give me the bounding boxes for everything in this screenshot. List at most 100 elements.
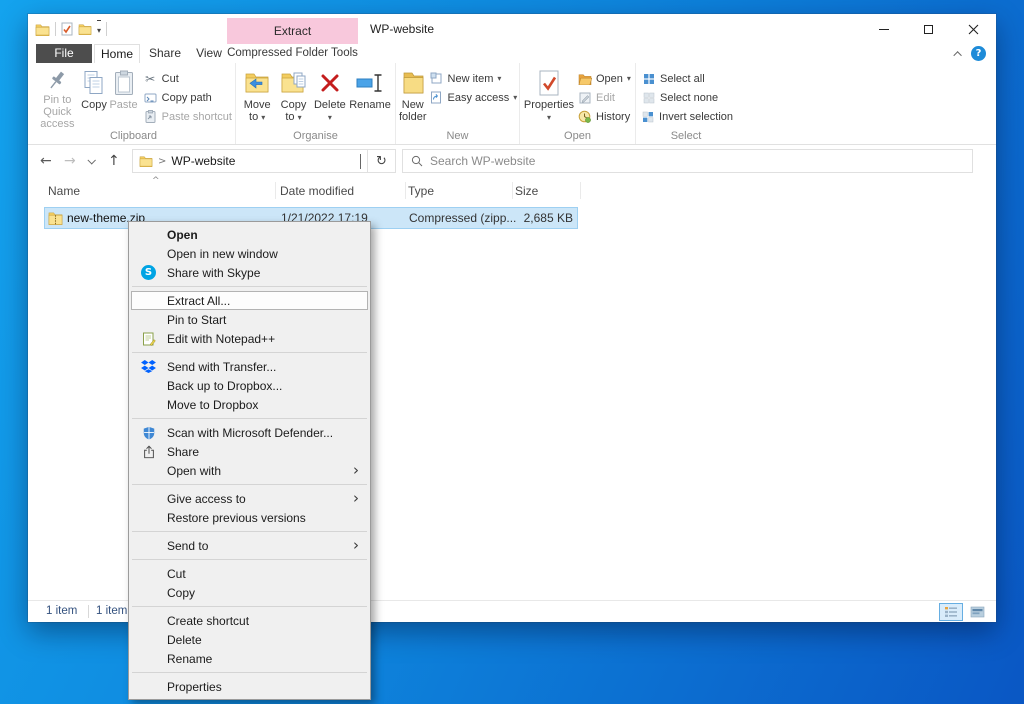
new-folder-button[interactable]: New folder [399, 65, 427, 130]
copy-icon [83, 67, 105, 99]
window-controls [861, 14, 996, 44]
copy-button[interactable]: Copy [80, 65, 109, 130]
column-header-size[interactable]: Size [515, 184, 538, 198]
menu-item-send-to[interactable]: Send to › [131, 536, 368, 555]
delete-button[interactable]: Delete ▾ [312, 65, 348, 130]
context-menu: Open Open in new window S Share with Sky… [128, 221, 371, 700]
properties-icon[interactable] [61, 20, 73, 38]
collapse-ribbon-icon[interactable] [953, 51, 961, 59]
column-header-date-modified[interactable]: Date modified [280, 184, 354, 198]
ribbon-group-new: New folder New item ▾ Easy acce [396, 63, 520, 144]
back-button[interactable]: ← [40, 145, 52, 176]
menu-item-move-to-dropbox[interactable]: Move to Dropbox [131, 395, 368, 414]
properties-button[interactable]: Properties ▾ [523, 65, 575, 130]
recent-locations-button[interactable] [88, 145, 94, 176]
menu-item-delete[interactable]: Delete [131, 630, 368, 649]
menu-item-pin-to-start[interactable]: Pin to Start [131, 310, 368, 329]
edit-button[interactable]: Edit [577, 88, 631, 107]
menu-item-open-with[interactable]: Open with › [131, 461, 368, 480]
defender-icon [140, 424, 157, 441]
column-header-name[interactable]: Name [48, 184, 80, 198]
tab-home[interactable]: Home [94, 44, 140, 63]
menu-item-share-with-skype[interactable]: S Share with Skype [131, 263, 368, 282]
menu-item-send-with-transfer[interactable]: Send with Transfer... [131, 357, 368, 376]
select-all-button[interactable]: Select all [641, 69, 733, 88]
column-header-type[interactable]: Type [408, 184, 434, 198]
chevron-down-icon [360, 154, 361, 169]
menu-separator [132, 531, 367, 532]
menu-item-edit-with-notepadpp[interactable]: Edit with Notepad++ [131, 329, 368, 348]
address-dropdown-button[interactable] [360, 154, 361, 168]
menu-item-extract-all[interactable]: Extract All... [131, 291, 368, 310]
pin-to-quick-access-button[interactable]: Pin to Quick access [35, 65, 80, 130]
menu-item-scan-with-defender[interactable]: Scan with Microsoft Defender... [131, 423, 368, 442]
copy-path-icon [143, 92, 158, 104]
delete-icon [319, 67, 341, 99]
tab-extract-contextual[interactable]: Extract [227, 18, 358, 44]
column-divider[interactable] [275, 182, 276, 199]
column-divider[interactable] [512, 182, 513, 199]
divider [106, 22, 107, 36]
select-none-button[interactable]: Select none [641, 88, 733, 107]
dropdown-caret-icon: ▾ [627, 74, 631, 83]
tab-compressed-folder-tools[interactable]: Compressed Folder Tools [227, 44, 358, 63]
maximize-button[interactable] [906, 14, 951, 44]
minimize-button[interactable] [861, 14, 906, 44]
menu-item-rename[interactable]: Rename [131, 649, 368, 668]
menu-item-create-shortcut[interactable]: Create shortcut [131, 611, 368, 630]
group-label-open: Open [520, 130, 635, 142]
group-label-clipboard: Clipboard [32, 130, 235, 142]
search-input[interactable] [430, 154, 964, 168]
paste-shortcut-button[interactable]: Paste shortcut [143, 107, 232, 126]
pin-icon [47, 67, 67, 94]
large-icons-view-button[interactable] [965, 603, 989, 621]
menu-item-give-access-to[interactable]: Give access to › [131, 489, 368, 508]
move-to-button[interactable]: Move to ▾ [239, 65, 275, 130]
invert-selection-button[interactable]: Invert selection [641, 107, 733, 126]
tab-share[interactable]: Share [144, 44, 186, 63]
customize-toolbar-icon[interactable]: ▾ [97, 20, 101, 38]
column-divider[interactable] [580, 182, 581, 199]
submenu-chevron-icon: › [353, 463, 359, 478]
details-view-icon [944, 606, 958, 618]
tab-file[interactable]: File [36, 44, 92, 63]
ribbon-group-clipboard: Pin to Quick access Copy Paste ✂ [32, 63, 236, 144]
menu-item-restore-previous-versions[interactable]: Restore previous versions [131, 508, 368, 527]
folder-icon[interactable] [35, 20, 50, 38]
easy-access-button[interactable]: Easy access ▾ [429, 88, 518, 107]
invert-selection-icon [641, 111, 655, 123]
rename-button[interactable]: Rename [348, 65, 392, 130]
menu-item-open[interactable]: Open [131, 225, 368, 244]
column-divider[interactable] [405, 182, 406, 199]
refresh-button[interactable]: ↻ [368, 149, 396, 173]
breadcrumb-folder[interactable]: WP-website [171, 154, 235, 168]
cut-button[interactable]: ✂ Cut [143, 69, 232, 88]
search-box [402, 149, 973, 173]
paste-shortcut-icon [143, 110, 158, 123]
up-button[interactable]: ↑ [108, 145, 120, 176]
menu-separator [132, 286, 367, 287]
menu-item-open-in-new-window[interactable]: Open in new window [131, 244, 368, 263]
new-item-button[interactable]: New item ▾ [429, 69, 518, 88]
menu-item-properties[interactable]: Properties [131, 677, 368, 696]
menu-separator [132, 606, 367, 607]
file-type: Compressed (zipp... [409, 211, 516, 225]
forward-button[interactable]: → [64, 145, 76, 176]
new-folder-icon[interactable] [78, 20, 92, 38]
menu-item-copy[interactable]: Copy [131, 583, 368, 602]
close-button[interactable] [951, 14, 996, 44]
menu-item-cut[interactable]: Cut [131, 564, 368, 583]
open-button[interactable]: Open ▾ [577, 69, 631, 88]
history-button[interactable]: History [577, 107, 631, 126]
properties-icon [537, 67, 561, 99]
copy-path-button[interactable]: Copy path [143, 88, 232, 107]
breadcrumb[interactable]: > WP-website [132, 149, 368, 173]
details-view-button[interactable] [939, 603, 963, 621]
paste-button[interactable]: Paste [108, 65, 138, 130]
tab-view[interactable]: View [190, 44, 228, 63]
close-icon [968, 24, 979, 35]
help-icon[interactable]: ? [971, 46, 986, 61]
menu-item-back-up-to-dropbox[interactable]: Back up to Dropbox... [131, 376, 368, 395]
copy-to-button[interactable]: Copy to ▾ [275, 65, 311, 130]
menu-item-share[interactable]: Share [131, 442, 368, 461]
